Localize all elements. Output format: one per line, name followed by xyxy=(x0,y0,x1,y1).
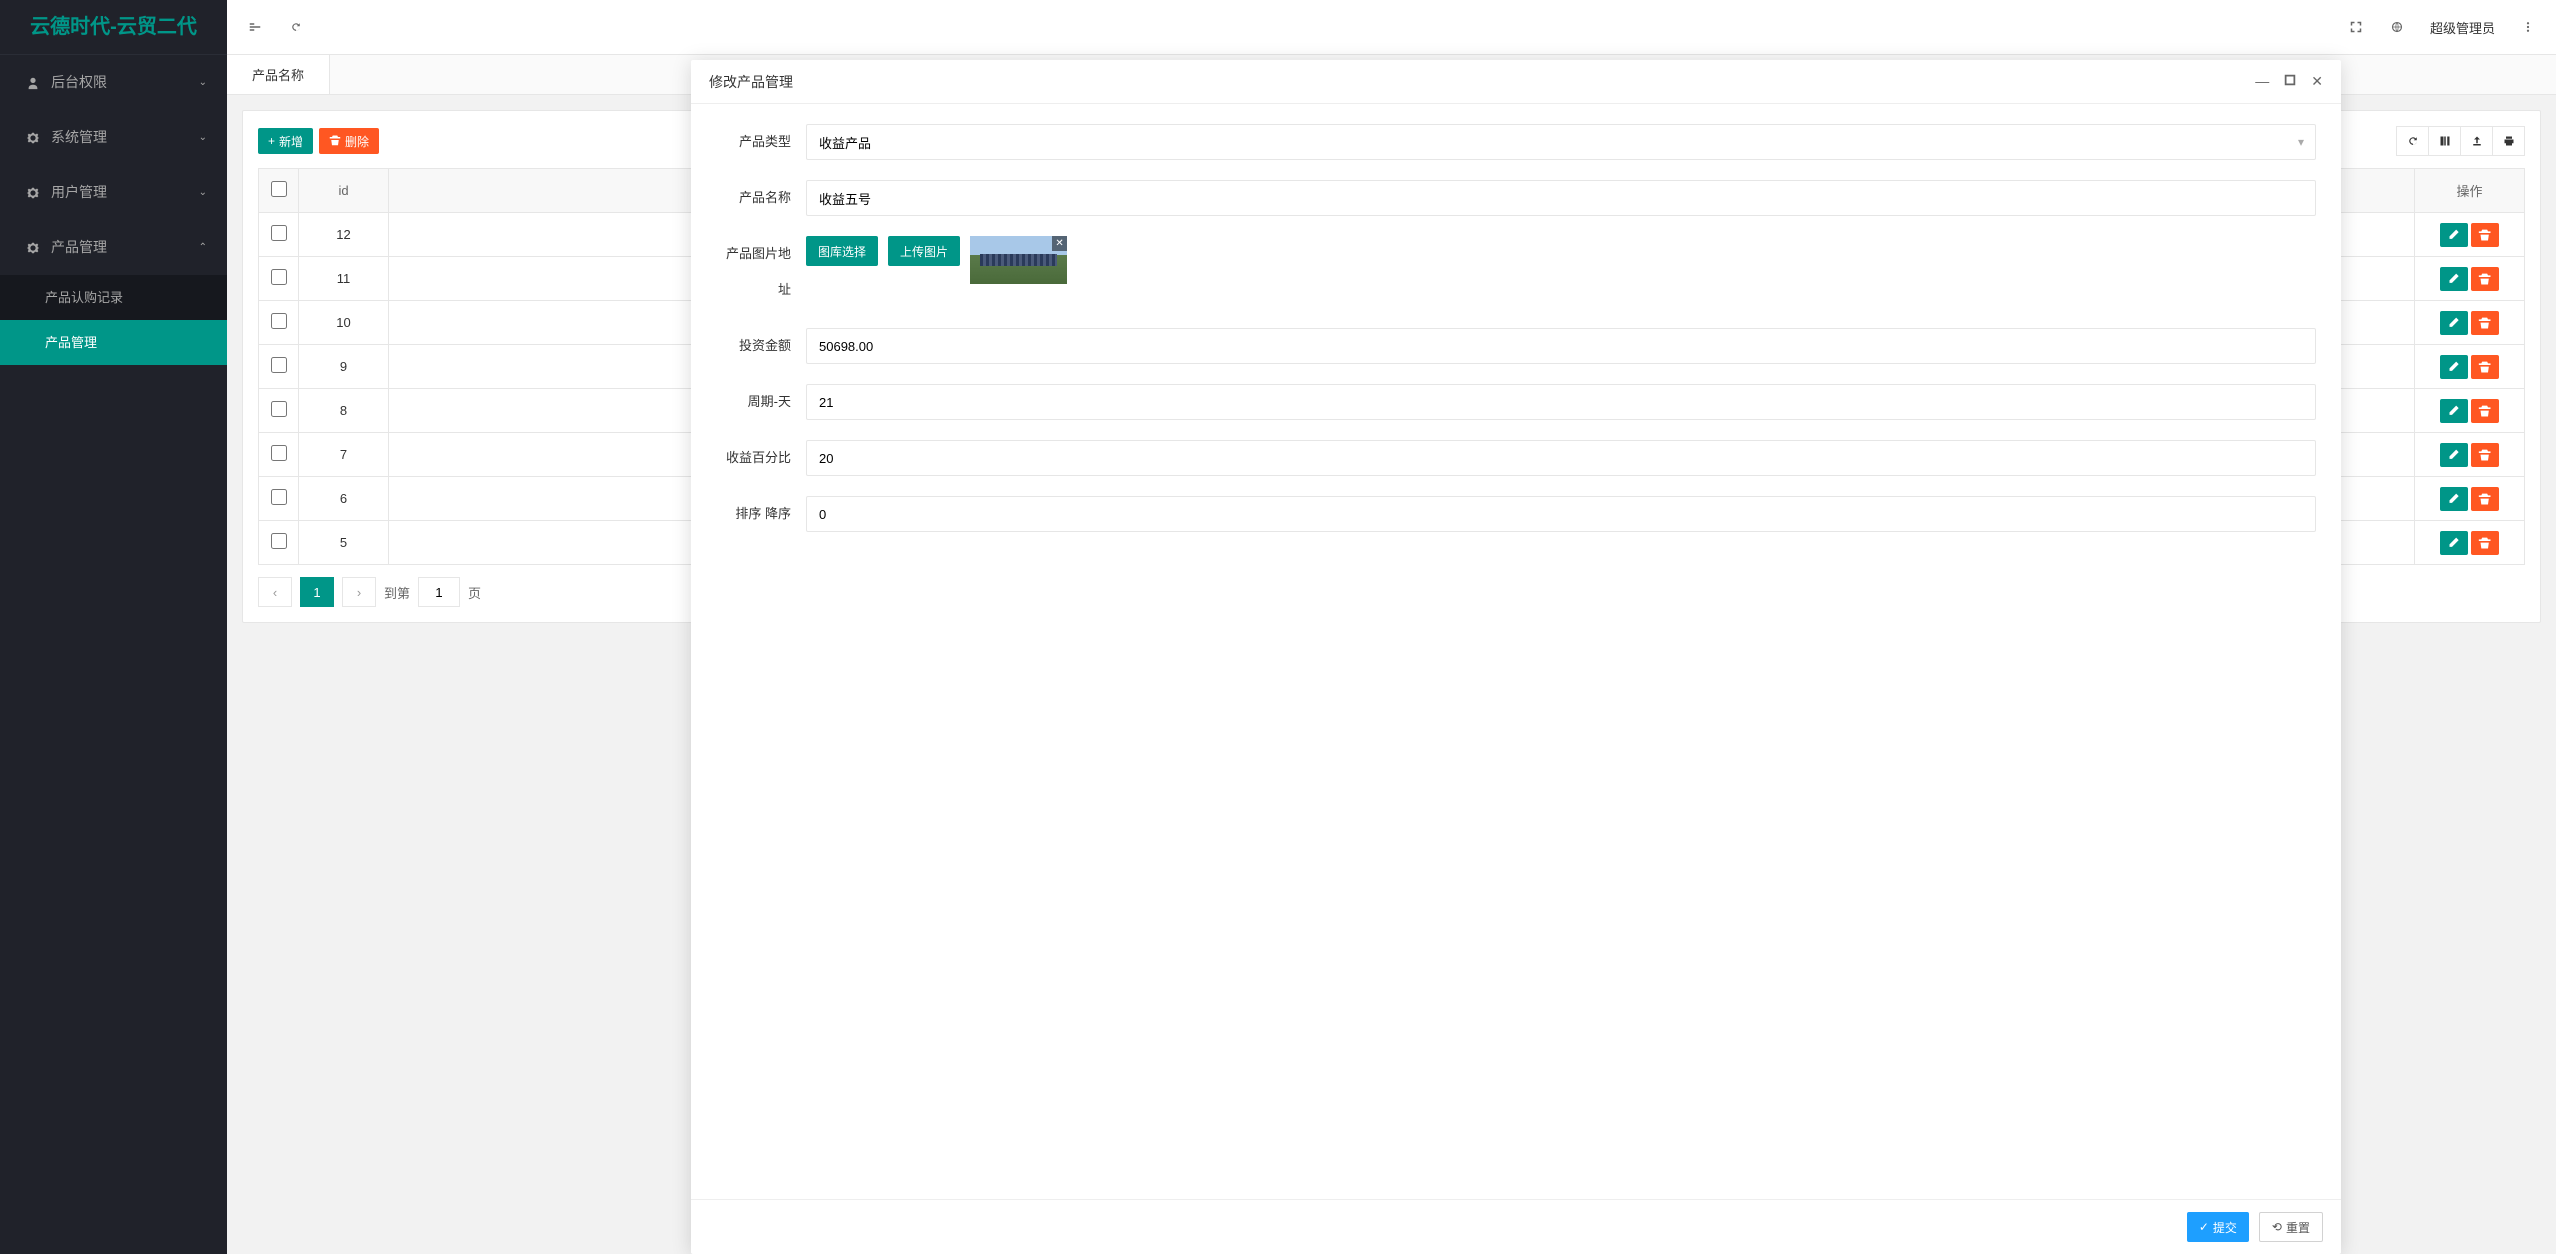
check-icon: ✓ xyxy=(2199,1220,2209,1234)
chevron-down-icon: ⌄ xyxy=(199,165,207,220)
image-thumbnail: ✕ xyxy=(970,236,1067,284)
gear-icon xyxy=(25,185,41,201)
gear-icon xyxy=(25,240,41,256)
sidebar-item-label: 用户管理 xyxy=(51,165,107,220)
button-label: 提交 xyxy=(2213,1219,2237,1236)
sidebar-item-label: 产品管理 xyxy=(45,320,97,365)
upload-image-button[interactable]: 上传图片 xyxy=(888,236,960,266)
modal-overlay: 修改产品管理 — ✕ 产品类型 产品名称 xyxy=(227,0,2556,1254)
invest-amount-input[interactable] xyxy=(806,328,2316,364)
modal-body: 产品类型 产品名称 产品图片地址 xyxy=(691,104,2341,1199)
field-label-period: 周期-天 xyxy=(716,384,806,420)
sort-input[interactable] xyxy=(806,496,2316,532)
sidebar-item-product-mgmt[interactable]: 产品管理 ⌃ xyxy=(0,220,227,275)
product-name-input[interactable] xyxy=(806,180,2316,216)
sidebar-item-backend-auth[interactable]: 后台权限 ⌄ xyxy=(0,55,227,110)
button-label: 重置 xyxy=(2286,1219,2310,1236)
sidebar-item-label: 系统管理 xyxy=(51,110,107,165)
close-icon[interactable]: ✕ xyxy=(2311,73,2323,90)
sidebar-item-user-mgmt[interactable]: 用户管理 ⌄ xyxy=(0,165,227,220)
field-label-amount: 投资金额 xyxy=(716,328,806,364)
sidebar-item-system[interactable]: 系统管理 ⌄ xyxy=(0,110,227,165)
field-label-image: 产品图片地址 xyxy=(716,236,806,308)
submit-button[interactable]: ✓ 提交 xyxy=(2187,1212,2249,1242)
modal-footer: ✓ 提交 ⟲ 重置 xyxy=(691,1199,2341,1254)
sidebar: 云德时代-云贸二代 后台权限 ⌄ 系统管理 ⌄ 用户管理 ⌄ 产品管理 ⌃ xyxy=(0,0,227,1254)
sidebar-item-label: 后台权限 xyxy=(51,55,107,110)
percent-input[interactable] xyxy=(806,440,2316,476)
minimize-icon[interactable]: — xyxy=(2255,73,2269,90)
edit-product-modal: 修改产品管理 — ✕ 产品类型 产品名称 xyxy=(691,60,2341,1254)
button-label: 上传图片 xyxy=(900,243,948,260)
user-icon xyxy=(25,75,41,91)
sidebar-item-product-manage[interactable]: 产品管理 xyxy=(0,320,227,365)
chevron-down-icon: ⌄ xyxy=(199,55,207,110)
modal-header: 修改产品管理 — ✕ xyxy=(691,60,2341,104)
reset-button[interactable]: ⟲ 重置 xyxy=(2259,1212,2323,1242)
sidebar-item-purchase-record[interactable]: 产品认购记录 xyxy=(0,275,227,320)
refresh-icon: ⟲ xyxy=(2272,1220,2282,1234)
chevron-down-icon: ⌄ xyxy=(199,110,207,165)
sidebar-item-label: 产品管理 xyxy=(51,220,107,275)
gallery-select-button[interactable]: 图库选择 xyxy=(806,236,878,266)
app-logo: 云德时代-云贸二代 xyxy=(0,0,227,55)
field-label-sort: 排序 降序 xyxy=(716,496,806,532)
delete-image-icon[interactable]: ✕ xyxy=(1052,236,1067,251)
product-type-select[interactable] xyxy=(806,124,2316,160)
sidebar-menu: 后台权限 ⌄ 系统管理 ⌄ 用户管理 ⌄ 产品管理 ⌃ 产品认购记录 xyxy=(0,55,227,1254)
field-label-type: 产品类型 xyxy=(716,124,806,160)
gear-icon xyxy=(25,130,41,146)
modal-title: 修改产品管理 xyxy=(709,72,793,92)
button-label: 图库选择 xyxy=(818,243,866,260)
field-label-name: 产品名称 xyxy=(716,180,806,216)
sidebar-item-label: 产品认购记录 xyxy=(45,275,123,320)
field-label-percent: 收益百分比 xyxy=(716,440,806,476)
maximize-icon[interactable] xyxy=(2283,73,2297,90)
main-area: 超级管理员 产品名称 + 新增 删除 xyxy=(227,0,2556,1254)
sidebar-submenu-product: 产品认购记录 产品管理 xyxy=(0,275,227,365)
period-input[interactable] xyxy=(806,384,2316,420)
chevron-up-icon: ⌃ xyxy=(199,220,207,275)
